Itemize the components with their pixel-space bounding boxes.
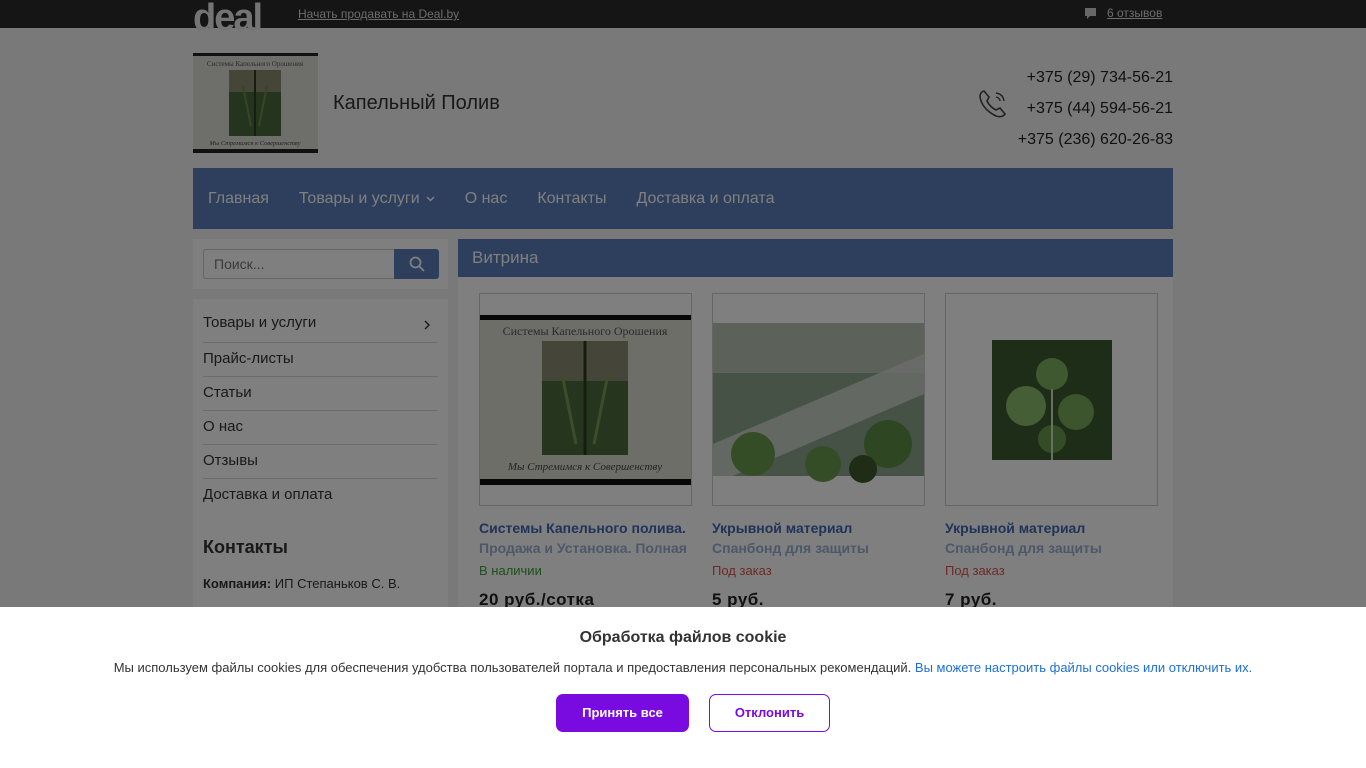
cookie-text: Мы используем файлы cookies для обеспече… bbox=[0, 660, 1366, 675]
cookie-description: Мы используем файлы cookies для обеспече… bbox=[113, 660, 912, 675]
modal-overlay bbox=[0, 0, 1366, 607]
cookie-settings-link[interactable]: Вы можете настроить файлы cookies или от… bbox=[915, 660, 1252, 675]
cookie-banner: Обработка файлов cookie Мы используем фа… bbox=[0, 607, 1366, 768]
accept-all-button[interactable]: Принять все bbox=[556, 694, 689, 732]
cookie-title: Обработка файлов cookie bbox=[579, 629, 787, 646]
decline-button[interactable]: Отклонить bbox=[709, 694, 830, 732]
